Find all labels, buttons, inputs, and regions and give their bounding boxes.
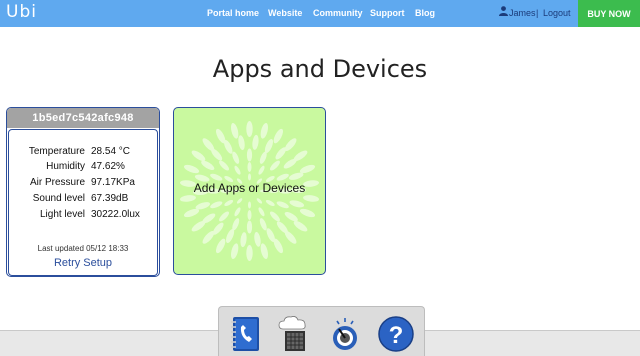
help-icon[interactable]: ? bbox=[377, 315, 415, 353]
nav-portal-home[interactable]: Portal home bbox=[207, 8, 259, 18]
page-title: Apps and Devices bbox=[212, 55, 428, 83]
top-navigation-bar: Ubi Portal home Website Community Suppor… bbox=[0, 0, 640, 27]
user-icon bbox=[499, 6, 508, 16]
sound-level-value: 67.39dB bbox=[91, 193, 129, 204]
light-level-label: Light level bbox=[39, 209, 85, 220]
reading-row-temperature: Temperature 28.54 °C bbox=[9, 146, 157, 160]
ubi-logo[interactable]: Ubi bbox=[6, 2, 37, 22]
air-pressure-label: Air Pressure bbox=[29, 177, 85, 188]
reading-row-sound-level: Sound level 67.39dB bbox=[9, 193, 157, 207]
humidity-value: 47.62% bbox=[91, 161, 125, 172]
light-level-value: 30222.0lux bbox=[91, 209, 140, 220]
app-dock: ? bbox=[218, 306, 425, 356]
reading-row-air-pressure: Air Pressure 97.17KPa bbox=[9, 177, 157, 191]
user-name: James bbox=[509, 8, 536, 18]
humidity-label: Humidity bbox=[46, 161, 85, 172]
buy-now-button[interactable]: BUY NOW bbox=[578, 0, 640, 27]
nav-support[interactable]: Support bbox=[370, 8, 405, 18]
logout-link[interactable]: Logout bbox=[543, 8, 571, 18]
device-readings-panel: Temperature 28.54 °C Humidity 47.62% Air… bbox=[8, 129, 158, 276]
temperature-label: Temperature bbox=[28, 146, 85, 157]
nav-blog[interactable]: Blog bbox=[415, 8, 435, 18]
temperature-value: 28.54 °C bbox=[91, 146, 131, 157]
add-apps-label: Add Apps or Devices bbox=[193, 181, 306, 195]
cloud-speaker-icon[interactable] bbox=[277, 315, 309, 353]
reading-row-light-level: Light level 30222.0lux bbox=[9, 209, 157, 223]
device-id-header: 1b5ed7c542afc948 bbox=[7, 108, 159, 128]
gauge-dial-icon[interactable] bbox=[329, 315, 361, 353]
nav-community[interactable]: Community bbox=[313, 8, 363, 18]
air-pressure-value: 97.17KPa bbox=[91, 177, 135, 188]
help-glyph: ? bbox=[389, 322, 404, 349]
device-card[interactable]: 1b5ed7c542afc948 Temperature 28.54 °C Hu… bbox=[6, 107, 160, 277]
add-apps-card[interactable]: Add Apps or Devices bbox=[173, 107, 326, 275]
retry-setup-link[interactable]: Retry Setup bbox=[9, 257, 157, 269]
phone-book-icon[interactable] bbox=[229, 315, 261, 353]
reading-row-humidity: Humidity 47.62% bbox=[9, 161, 157, 175]
last-updated-text: Last updated 05/12 18:33 bbox=[37, 244, 129, 253]
sound-level-label: Sound level bbox=[32, 193, 85, 204]
nav-website[interactable]: Website bbox=[268, 8, 302, 18]
user-separator: | bbox=[536, 8, 539, 18]
